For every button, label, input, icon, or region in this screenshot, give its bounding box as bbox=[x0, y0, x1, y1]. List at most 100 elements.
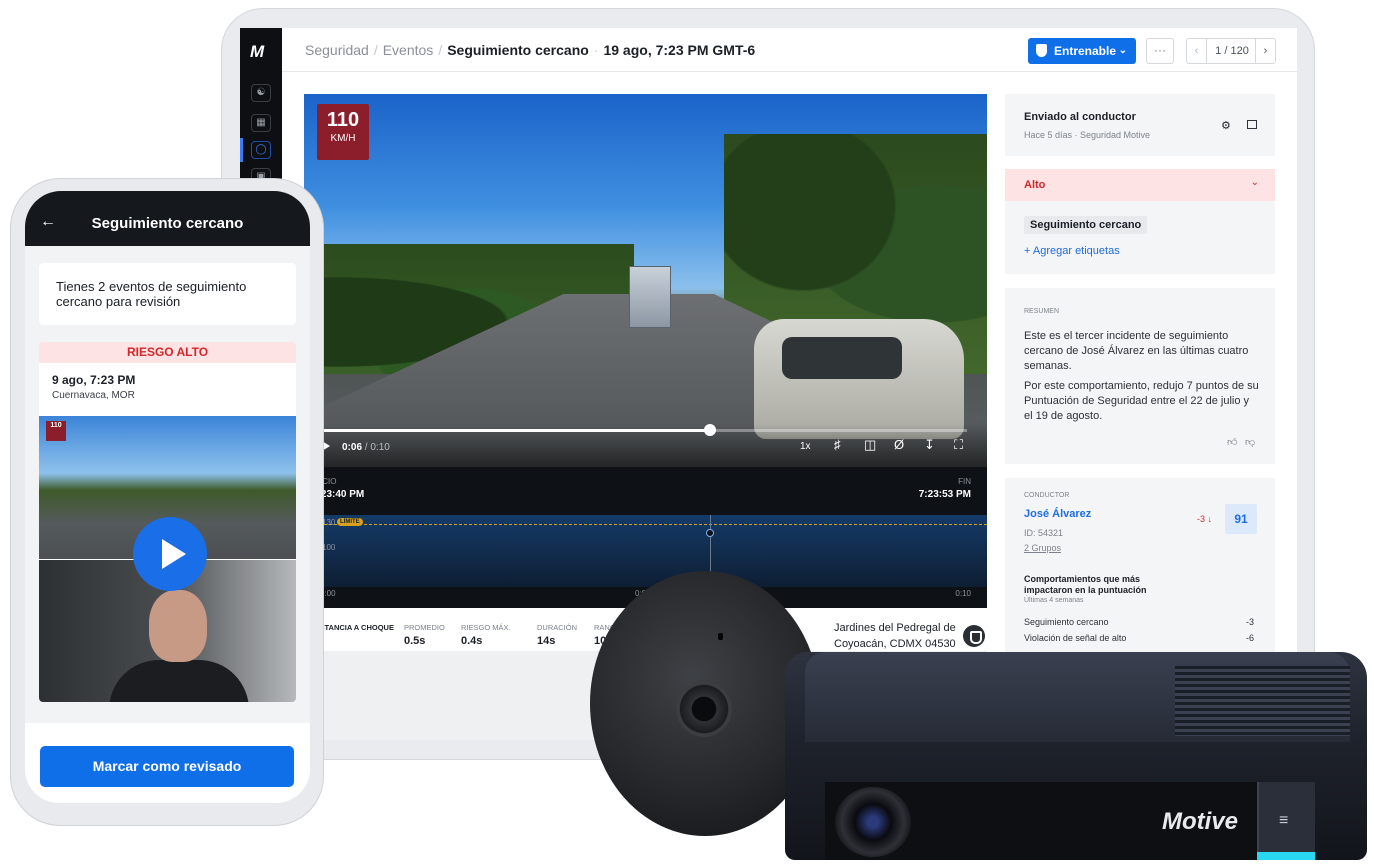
dashcam-lens bbox=[835, 787, 911, 857]
metric-value-max-risk: 0.4s bbox=[461, 635, 483, 647]
menu-icon: ≡ bbox=[1279, 812, 1289, 829]
safety-shield-icon[interactable]: ◯ bbox=[251, 141, 271, 159]
next-icon[interactable]: › bbox=[1255, 39, 1275, 63]
video-suv bbox=[754, 319, 964, 439]
download-icon[interactable]: ↧ bbox=[924, 437, 935, 453]
pager-count: 1 / 120 bbox=[1215, 45, 1249, 57]
dashcam-video[interactable]: 110 KM/H 0:06 / 0:10 1x ♯ ◫ Ø ↧ ⛶ bbox=[304, 94, 987, 467]
video-time: 0:06 / 0:10 bbox=[342, 442, 390, 453]
limit-line bbox=[304, 524, 987, 525]
risk-badge: RIESGO ALTO bbox=[39, 342, 296, 363]
settings-icon[interactable]: ⚙ bbox=[1221, 119, 1231, 132]
behavior-row: Violación de señal de alto -6 bbox=[1024, 633, 1254, 643]
summary-label: RESUMEN bbox=[1024, 308, 1060, 315]
camera-sensor-dot bbox=[718, 633, 723, 640]
severity-label: Alto bbox=[1024, 179, 1046, 191]
driver-label: CONDUCTOR bbox=[1024, 492, 1070, 499]
safety-score: 91 bbox=[1225, 504, 1257, 534]
thumbs-up-icon[interactable]: 👍︎ bbox=[1227, 436, 1237, 448]
comment-icon[interactable] bbox=[1247, 120, 1257, 129]
playback-rate[interactable]: 1x bbox=[800, 441, 811, 452]
hide-icon[interactable]: Ø bbox=[894, 437, 904, 452]
video-progress-fill bbox=[324, 429, 710, 432]
chevron-down-icon: ⌄ bbox=[1250, 177, 1259, 188]
dashcam-top bbox=[805, 652, 1350, 742]
sent-title: Enviado al conductor bbox=[1024, 111, 1136, 123]
video-time-current: 0:06 bbox=[342, 442, 363, 453]
behavior-value: -6 bbox=[1245, 633, 1254, 643]
driver-id: ID: 54321 bbox=[1024, 528, 1064, 538]
dashcam-vents bbox=[1175, 666, 1350, 736]
timeline-end-time: 7:23:53 PM bbox=[918, 489, 971, 500]
timeline-end-label: FIN bbox=[958, 477, 971, 486]
arrow-down-icon: ↓ bbox=[1207, 514, 1213, 524]
nav-active-indicator bbox=[240, 138, 243, 162]
phone-event-date: 9 ago, 7:23 PM bbox=[52, 373, 136, 387]
driver-name-link[interactable]: José Álvarez bbox=[1024, 508, 1091, 520]
top-bar: Seguridad / Eventos / Seguimiento cercano · 19… bbox=[282, 28, 1297, 72]
breadcrumb-events[interactable]: Eventos bbox=[383, 42, 434, 58]
shield-icon bbox=[1036, 44, 1047, 57]
summary-card: RESUMEN Este es el tercer incidente de s… bbox=[1005, 288, 1275, 464]
video-truck bbox=[629, 266, 671, 328]
split-view-icon[interactable]: ◫ bbox=[864, 437, 876, 453]
metric-value-duration: 14s bbox=[537, 635, 556, 647]
map-icon[interactable]: ▦ bbox=[251, 114, 271, 132]
video-time-total: / 0:10 bbox=[364, 442, 390, 453]
sent-subtitle: Hace 5 días · Seguridad Motive bbox=[1024, 130, 1151, 140]
behavior-name: Seguimiento cercano bbox=[1024, 617, 1109, 627]
phone-header: ← Seguimiento cercano bbox=[25, 191, 310, 246]
pager: ‹ 1 / 120 › bbox=[1186, 38, 1276, 64]
phone-title: Seguimiento cercano bbox=[91, 215, 244, 232]
phone-speed-badge: 110 bbox=[46, 421, 66, 441]
speed-value: 110 bbox=[326, 109, 360, 131]
behavior-row: Seguimiento cercano -3 bbox=[1024, 617, 1254, 627]
video-progress-knob[interactable] bbox=[703, 424, 716, 436]
tags-card: Seguimiento cercano + Agregar etiquetas bbox=[1005, 201, 1275, 274]
event-tag[interactable]: Seguimiento cercano bbox=[1024, 216, 1148, 234]
metric-label-duration: DURACIÓN bbox=[537, 623, 578, 632]
mute-icon[interactable]: ♯ bbox=[834, 437, 841, 452]
trainable-button[interactable]: Entrenable ⌄ bbox=[1028, 38, 1136, 64]
sent-card: Enviado al conductor Hace 5 días · Segur… bbox=[1005, 94, 1275, 156]
drivers-icon[interactable]: ☯ bbox=[251, 84, 271, 102]
timeline-y-mid: 100 bbox=[322, 543, 336, 552]
mark-reviewed-button[interactable]: Marcar como revisado bbox=[40, 746, 294, 787]
dashcam-side-panel: ≡ bbox=[1257, 782, 1315, 860]
prev-icon[interactable]: ‹ bbox=[1187, 39, 1207, 63]
add-tags-link[interactable]: + Agregar etiquetas bbox=[1024, 245, 1120, 257]
event-address: Jardines del Pedregal de Coyoacán, CDMX … bbox=[834, 620, 956, 652]
phone-screen: ← Seguimiento cercano Tienes 2 eventos d… bbox=[25, 191, 310, 803]
timeline-chart-area bbox=[304, 515, 987, 587]
score-delta-value: -3 bbox=[1197, 514, 1206, 524]
trainable-label: Entrenable bbox=[1054, 44, 1117, 58]
location-pin-icon[interactable] bbox=[963, 625, 985, 647]
breadcrumb-safety[interactable]: Seguridad bbox=[305, 42, 369, 58]
dashcam-device: Motive ≡ bbox=[785, 652, 1367, 860]
timeline-x-end: 0:10 bbox=[955, 589, 971, 598]
speed-timeline[interactable]: INICIO 7:23:40 PM FIN 7:23:53 PM 130 100… bbox=[304, 467, 987, 608]
metric-value-average: 0.5s bbox=[404, 635, 426, 647]
fullscreen-icon[interactable]: ⛶ bbox=[954, 437, 963, 453]
severity-dropdown[interactable]: Alto ⌄ bbox=[1005, 169, 1275, 201]
speed-unit: KM/H bbox=[330, 133, 356, 144]
behavior-value: -3 bbox=[1245, 617, 1254, 627]
motive-brand-logo: Motive bbox=[1162, 808, 1239, 835]
metric-label-distance: DISTANCIA A CHOQUE bbox=[312, 623, 394, 632]
phone-event-location: Cuernavaca, MOR bbox=[52, 390, 135, 401]
limit-tag: LÍMITE bbox=[337, 518, 363, 526]
phone-message: Tienes 2 eventos de seguimiento cercano … bbox=[39, 263, 296, 325]
summary-paragraph-2: Por este comportamiento, redujo 7 puntos… bbox=[1024, 380, 1259, 422]
more-button[interactable]: ··· bbox=[1146, 38, 1174, 64]
play-button-icon[interactable] bbox=[133, 517, 207, 591]
status-led bbox=[1257, 852, 1315, 860]
address-line-2: Coyoacán, CDMX 04530 bbox=[834, 638, 956, 650]
score-delta: -3 ↓ bbox=[1197, 514, 1212, 524]
timeline-y-top: 130 bbox=[322, 518, 336, 527]
thumbs-down-icon[interactable]: 👎︎ bbox=[1245, 436, 1255, 448]
metric-label-average: PROMEDIO bbox=[404, 623, 445, 632]
timeline-cursor-dot[interactable] bbox=[706, 529, 714, 537]
video-progress-bar[interactable] bbox=[324, 424, 967, 436]
driver-groups-link[interactable]: 2 Grupos bbox=[1024, 543, 1061, 553]
phone-event-card[interactable]: RIESGO ALTO 9 ago, 7:23 PM Cuernavaca, M… bbox=[39, 342, 296, 702]
